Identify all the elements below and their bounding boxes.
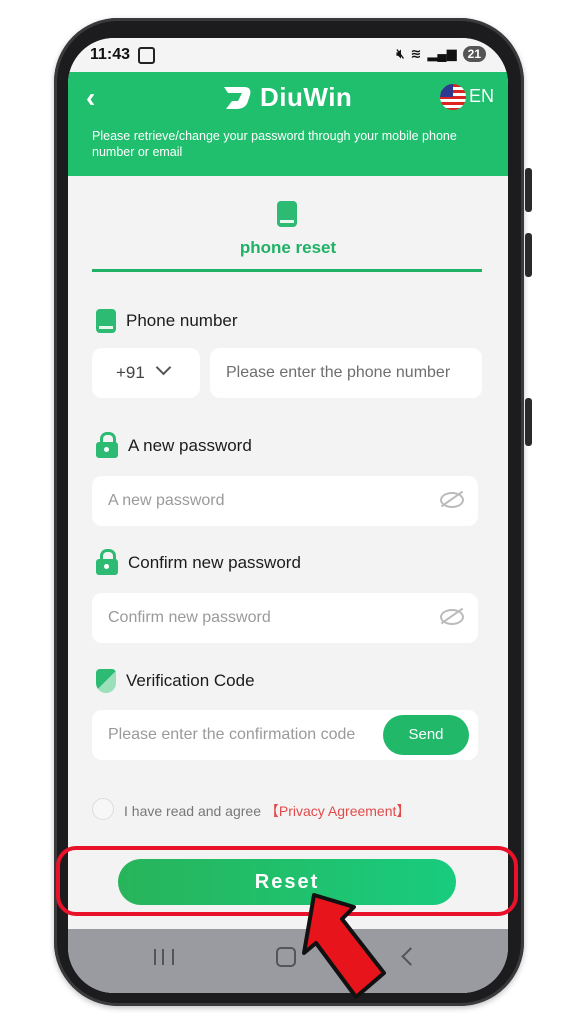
power-button — [525, 398, 532, 446]
country-code-select[interactable]: +91 — [92, 348, 200, 398]
verification-code-label: Verification Code — [96, 669, 255, 693]
confirm-password-label: Confirm new password — [96, 549, 301, 575]
phone-input[interactable]: Please enter the phone number — [210, 348, 482, 398]
lock-icon — [96, 432, 118, 458]
eye-off-icon[interactable] — [440, 492, 464, 508]
status-icons: 🔇︎ ≋ ▂▄▆ 21 — [396, 46, 486, 62]
wifi-icon: ≋ — [410, 46, 422, 61]
agree-radio[interactable] — [92, 798, 114, 820]
phone-label: Phone number — [96, 309, 238, 333]
verification-code-placeholder: Please enter the confirmation code — [108, 726, 356, 743]
send-code-button[interactable]: Send — [383, 715, 469, 755]
screenshot-icon — [138, 47, 155, 64]
privacy-agreement-link[interactable]: 【Privacy Agreement】 — [265, 803, 411, 819]
phone-label-text: Phone number — [126, 311, 238, 330]
pointer-arrow-icon — [302, 893, 386, 999]
system-nav-bar — [68, 929, 508, 993]
verification-code-label-text: Verification Code — [126, 671, 255, 690]
confirm-password-label-text: Confirm new password — [128, 553, 301, 572]
chevron-left-icon[interactable]: ‹ — [86, 82, 95, 114]
mute-icon: 🔇︎ — [396, 46, 405, 61]
confirm-password-placeholder: Confirm new password — [108, 609, 271, 626]
language-selector[interactable]: EN — [469, 86, 494, 107]
country-code-value: +91 — [116, 363, 145, 382]
eye-off-icon[interactable] — [440, 609, 464, 625]
us-flag-icon[interactable] — [440, 84, 466, 110]
phone-icon — [96, 309, 116, 333]
shield-icon — [96, 669, 116, 693]
status-bar: 11:43 🔇︎ ≋ ▂▄▆ 21 — [68, 38, 508, 72]
agree-text: I have read and agree 【Privacy Agreement… — [124, 801, 410, 821]
logo-icon — [224, 86, 251, 109]
phone-placeholder: Please enter the phone number — [226, 364, 451, 381]
header-subtitle: Please retrieve/change your password thr… — [92, 129, 457, 159]
recent-apps-icon[interactable] — [154, 949, 174, 965]
highlight-box — [56, 846, 518, 916]
status-time: 11:43 — [90, 46, 131, 63]
brand-name: DiuWin — [260, 82, 353, 112]
new-password-placeholder: A new password — [108, 492, 225, 509]
app-header: ‹ DiuWin EN Please retrieve/change your … — [68, 72, 508, 176]
phone-icon — [277, 201, 297, 227]
chevron-down-icon — [155, 359, 172, 376]
volume-up-button — [525, 168, 532, 212]
confirm-password-input[interactable]: Confirm new password — [92, 593, 478, 643]
new-password-label: A new password — [96, 432, 252, 458]
tab-underline — [92, 269, 482, 272]
signal-icon: ▂▄▆ — [427, 46, 457, 61]
agree-label: I have read and agree — [124, 803, 261, 819]
new-password-label-text: A new password — [128, 436, 252, 455]
volume-down-button — [525, 233, 532, 277]
back-icon[interactable] — [401, 947, 420, 966]
battery-icon: 21 — [462, 46, 486, 62]
tab-phone-reset[interactable]: phone reset — [68, 238, 508, 258]
lock-icon — [96, 549, 118, 575]
home-icon[interactable] — [276, 947, 296, 967]
brand-logo: DiuWin — [220, 82, 352, 113]
new-password-input[interactable]: A new password — [92, 476, 478, 526]
